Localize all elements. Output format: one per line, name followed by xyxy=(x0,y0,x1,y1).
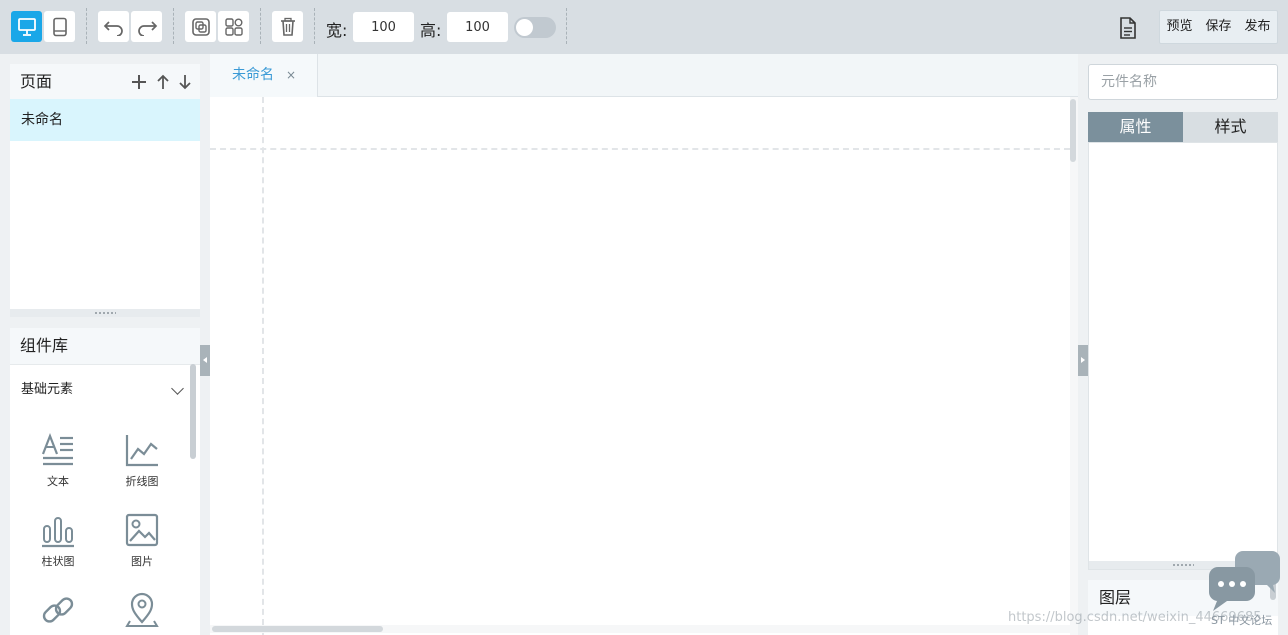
canvas-vertical-scrollbar[interactable] xyxy=(1070,97,1078,635)
caret-left-icon xyxy=(203,357,207,363)
property-tabs: 属性 样式 xyxy=(1088,112,1278,142)
redo-icon xyxy=(137,20,157,36)
line-chart-icon xyxy=(125,435,158,467)
pages-panel-title: 页面 xyxy=(20,72,53,91)
delete-button[interactable] xyxy=(272,11,303,42)
image-icon xyxy=(125,513,159,547)
mobile-view-button[interactable] xyxy=(44,11,75,42)
preview-button[interactable]: 预览 xyxy=(1160,11,1199,43)
toolbar-divider xyxy=(173,8,174,44)
chevron-down-icon xyxy=(171,382,184,395)
monitor-icon xyxy=(17,17,36,36)
toolbar-divider xyxy=(314,8,315,44)
width-input[interactable] xyxy=(353,12,414,42)
component-label: 折线图 xyxy=(125,475,159,488)
toolbar-divider xyxy=(260,8,261,44)
forum-label: ST 中文论坛 xyxy=(1211,614,1273,627)
component-link[interactable] xyxy=(18,592,98,633)
component-label: 图片 xyxy=(131,555,153,568)
arrow-down-icon[interactable] xyxy=(178,73,192,91)
tab-properties[interactable]: 属性 xyxy=(1088,112,1183,142)
component-text[interactable]: 文本 xyxy=(18,432,98,489)
arrow-up-icon[interactable] xyxy=(156,73,170,91)
component-image[interactable]: 图片 xyxy=(102,512,182,569)
vertical-guide-line xyxy=(262,97,264,635)
component-label: 柱状图 xyxy=(41,555,75,568)
group-icon xyxy=(191,17,210,36)
undo-icon xyxy=(103,20,123,36)
canvas-horizontal-scrollbar[interactable] xyxy=(210,625,1070,633)
component-line-chart[interactable]: 折线图 xyxy=(102,432,182,489)
trash-icon xyxy=(280,17,295,36)
tab-untitled[interactable]: 未命名 × xyxy=(210,54,318,97)
design-canvas[interactable] xyxy=(210,97,1078,635)
component-name-input[interactable] xyxy=(1088,64,1278,100)
caret-right-icon xyxy=(1081,357,1085,363)
right-panel: 属性 样式 图层 xyxy=(1088,54,1288,635)
toolbar-divider xyxy=(566,8,567,44)
page-item[interactable]: 未命名 xyxy=(10,99,200,141)
top-toolbar: 宽: 高: 预览 保存 发布 xyxy=(0,0,1288,54)
pages-panel-header: 页面 xyxy=(10,64,200,99)
component-label: 文本 xyxy=(47,475,69,488)
group-button[interactable] xyxy=(185,11,216,42)
link-icon xyxy=(42,597,74,623)
pages-panel: 页面 未命名 xyxy=(10,64,200,317)
bar-chart-icon xyxy=(42,517,74,548)
scrollbar-thumb[interactable] xyxy=(1070,99,1076,162)
properties-body xyxy=(1088,142,1278,570)
scrollbar-thumb[interactable] xyxy=(212,626,383,632)
save-button[interactable]: 保存 xyxy=(1199,11,1238,43)
toolbar-divider xyxy=(86,8,87,44)
tab-label: 未命名 xyxy=(232,67,274,83)
components-panel-title: 组件库 xyxy=(10,328,200,364)
ungroup-icon xyxy=(224,17,243,36)
components-scrollbar[interactable] xyxy=(190,364,196,459)
horizontal-guide-line xyxy=(210,148,1070,150)
components-panel: 组件库 基础元素 文本 折线图 柱状图 图片 xyxy=(10,328,200,635)
lock-ratio-toggle[interactable] xyxy=(514,17,556,38)
category-dropdown[interactable]: 基础元素 xyxy=(10,364,200,414)
tablet-icon xyxy=(52,17,67,36)
document-icon[interactable] xyxy=(1117,16,1139,40)
close-icon[interactable]: × xyxy=(286,54,296,97)
desktop-view-button[interactable] xyxy=(11,11,42,42)
tab-styles[interactable]: 样式 xyxy=(1183,112,1278,142)
width-label: 宽: xyxy=(326,21,348,40)
collapse-right-panel-button[interactable] xyxy=(1078,345,1088,376)
redo-button[interactable] xyxy=(131,11,162,42)
category-label: 基础元素 xyxy=(21,382,74,397)
text-icon xyxy=(41,432,73,466)
component-map[interactable] xyxy=(102,592,182,633)
ungroup-button[interactable] xyxy=(218,11,249,42)
component-bar-chart[interactable]: 柱状图 xyxy=(18,512,98,569)
publish-button[interactable]: 发布 xyxy=(1238,11,1277,43)
map-pin-icon xyxy=(125,592,159,627)
height-input[interactable] xyxy=(447,12,508,42)
plus-icon[interactable] xyxy=(130,73,148,91)
collapse-left-panel-button[interactable] xyxy=(200,345,210,376)
toggle-knob xyxy=(516,19,533,36)
action-buttons: 预览 保存 发布 xyxy=(1159,10,1278,44)
height-label: 高: xyxy=(420,21,442,40)
undo-button[interactable] xyxy=(98,11,129,42)
canvas-tab-bar: 未命名 × xyxy=(210,54,1078,97)
pages-panel-resize-handle[interactable] xyxy=(10,309,200,317)
